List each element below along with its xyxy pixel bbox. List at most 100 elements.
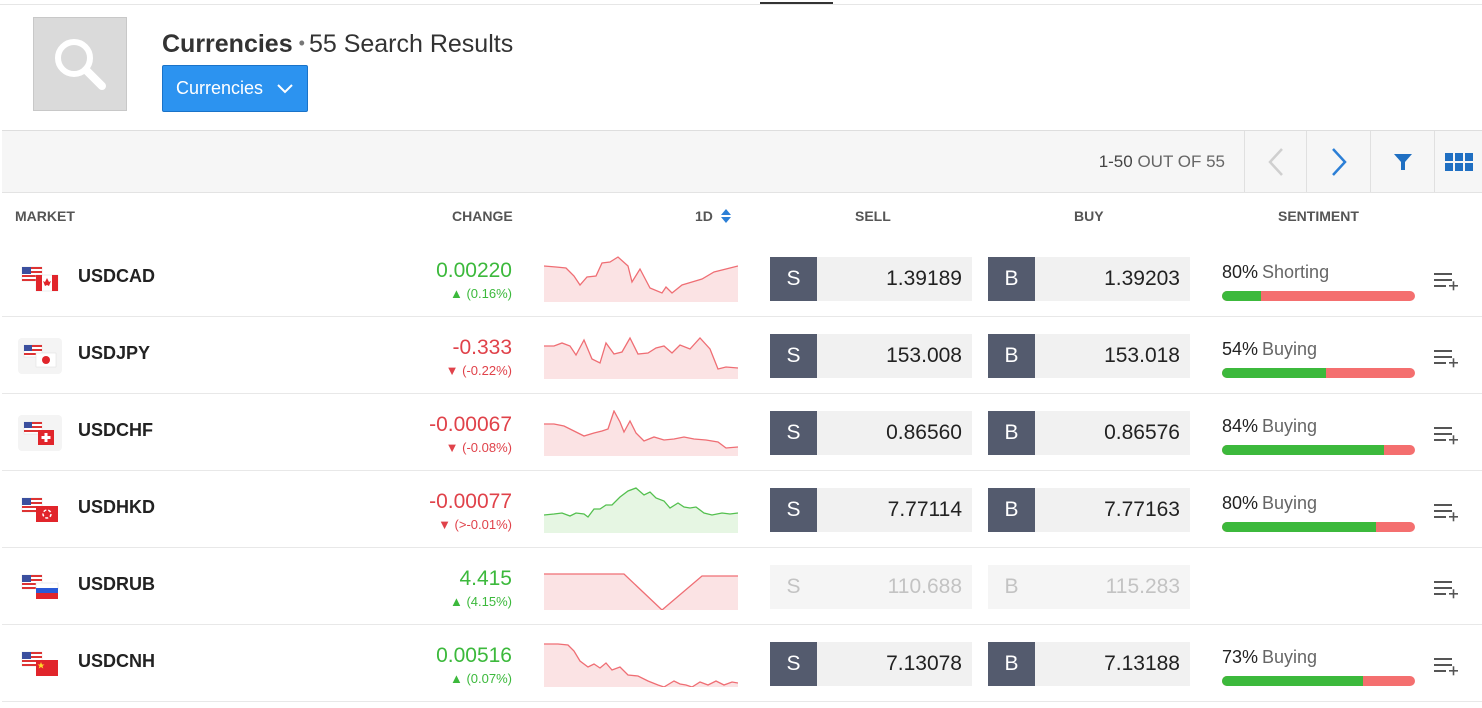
col-period[interactable]: 1D (695, 193, 732, 240)
sentiment-bar (1222, 445, 1415, 455)
buy-button[interactable]: B 7.13188 (988, 642, 1190, 686)
market-table: USDCAD 0.00220 ▲ (0.16%) S 1.39189 B 1.392… (2, 240, 1482, 702)
usdcnh-flag-icon (18, 646, 62, 682)
change-value: 0.00516 (436, 644, 512, 667)
sentiment-bar (1222, 676, 1415, 686)
change-percent: ▲ (0.16%) (450, 286, 512, 301)
market-symbol[interactable]: USDJPY (78, 343, 150, 364)
next-page-button[interactable] (1306, 131, 1370, 192)
add-to-list-button[interactable] (1434, 501, 1462, 523)
buy-button[interactable]: B 7.77163 (988, 488, 1190, 532)
sentiment-bar (1222, 522, 1415, 532)
market-symbol[interactable]: USDRUB (78, 574, 155, 595)
sentiment-label: Buying (1262, 493, 1318, 513)
buy-price: 1.39203 (1104, 267, 1180, 290)
sparkline-chart (544, 643, 738, 687)
sell-button[interactable]: S 7.77114 (770, 488, 972, 532)
change-value: -0.00067 (429, 413, 512, 436)
sell-price: 0.86560 (886, 421, 962, 444)
market-symbol[interactable]: USDCAD (78, 266, 155, 287)
page-title: Currencies • 55 Search Results (162, 27, 513, 60)
sell-label: S (770, 334, 817, 378)
add-to-list-button[interactable] (1434, 270, 1462, 292)
sparkline-chart (544, 573, 738, 610)
pagination-status: 1-50 OUT OF 55 (1099, 131, 1225, 192)
buy-price: 0.86576 (1104, 421, 1180, 444)
sentiment-label: Buying (1262, 339, 1318, 359)
add-to-list-icon (1434, 658, 1458, 676)
sell-label: S (770, 488, 817, 532)
triangle-down-icon: ▼ (445, 440, 463, 455)
triangle-up-icon: ▲ (449, 594, 467, 609)
filter-icon (1393, 153, 1412, 170)
sentiment-label: Buying (1262, 647, 1318, 667)
prev-page-button[interactable] (1244, 131, 1306, 192)
sell-price: 7.13078 (886, 652, 962, 675)
active-tab-indicator (760, 2, 833, 4)
buy-label: B (988, 488, 1035, 532)
change-percent: ▲ (4.15%) (450, 594, 512, 609)
table-row[interactable]: USDCAD 0.00220 ▲ (0.16%) S 1.39189 B 1.392… (2, 240, 1482, 317)
market-symbol[interactable]: USDCHF (78, 420, 153, 441)
usdrub-flag-icon (18, 569, 62, 605)
category-dropdown[interactable]: Currencies (162, 65, 308, 112)
change-percent: ▲ (0.07%) (450, 671, 512, 686)
chevron-left-icon (1267, 147, 1283, 176)
col-buy: BUY (1074, 208, 1104, 224)
col-change: CHANGE (452, 208, 513, 224)
sentiment-bar (1222, 291, 1415, 301)
sell-button[interactable]: S 153.008 (770, 334, 972, 378)
add-to-list-icon (1434, 504, 1458, 522)
filter-button[interactable] (1370, 131, 1434, 192)
table-row[interactable]: USDCHF -0.00067 ▼ (-0.08%) S 0.86560 B 0.8… (2, 394, 1482, 471)
buy-button[interactable]: B 153.018 (988, 334, 1190, 378)
table-row[interactable]: USDHKD -0.00077 ▼ (>-0.01%) S 7.77114 B 7.… (2, 471, 1482, 548)
change-value: -0.00077 (429, 490, 512, 513)
buy-button[interactable]: B 1.39203 (988, 257, 1190, 301)
results-count: 55 Search Results (308, 30, 514, 58)
table-row[interactable]: USDCNH 0.00516 ▲ (0.07%) S 7.13078 B 7.131… (2, 625, 1482, 702)
buy-label: B (988, 257, 1035, 301)
usdjpy-flag-icon (18, 338, 62, 374)
sell-price: 153.008 (886, 344, 962, 367)
buy-price: 7.13188 (1104, 652, 1180, 675)
buy-button[interactable]: B 0.86576 (988, 411, 1190, 455)
sentiment: 54% Buying (1222, 339, 1415, 378)
market-symbol[interactable]: USDCNH (78, 651, 155, 672)
add-to-list-icon (1434, 350, 1458, 368)
chevron-down-icon (277, 83, 293, 93)
sell-button[interactable]: S 7.13078 (770, 642, 972, 686)
change-value: 0.00220 (436, 259, 512, 282)
sentiment: 73% Buying (1222, 647, 1415, 686)
page-title-text: Currencies (162, 30, 293, 58)
sentiment-percent: 73% (1222, 647, 1259, 667)
triangle-down-icon: ▼ (445, 363, 463, 378)
sentiment-bar-fill (1222, 368, 1327, 378)
change-percent: ▼ (>-0.01%) (438, 517, 512, 532)
add-to-list-icon (1434, 427, 1458, 445)
add-to-list-icon (1434, 273, 1458, 291)
title-separator: • (298, 33, 305, 53)
sentiment-bar-fill (1222, 676, 1363, 686)
add-to-list-button[interactable] (1434, 347, 1462, 369)
pagination-range: 1-50 (1098, 152, 1133, 171)
triangle-down-icon: ▼ (438, 517, 455, 532)
search-image (33, 17, 127, 111)
change-percent-text: (4.15%) (466, 594, 512, 609)
table-row[interactable]: USDJPY -0.333 ▼ (-0.22%) S 153.008 B 153.0… (2, 317, 1482, 394)
sparkline-chart (544, 410, 738, 456)
sentiment: 80% Buying (1222, 493, 1415, 532)
col-sentiment: SENTIMENT (1278, 208, 1359, 224)
sell-button[interactable]: S 0.86560 (770, 411, 972, 455)
add-to-list-button[interactable] (1434, 424, 1462, 446)
col-period-label: 1D (695, 208, 713, 224)
grid-view-button[interactable] (1434, 131, 1482, 192)
sparkline-chart (544, 256, 738, 302)
change-percent: ▼ (-0.08%) (446, 440, 512, 455)
sentiment-label: Buying (1262, 416, 1318, 436)
add-to-list-button[interactable] (1434, 578, 1462, 600)
table-row[interactable]: USDRUB 4.415 ▲ (4.15%) S 110.688 B 115.283 (2, 548, 1482, 625)
add-to-list-button[interactable] (1434, 655, 1462, 677)
market-symbol[interactable]: USDHKD (78, 497, 155, 518)
sell-button[interactable]: S 1.39189 (770, 257, 972, 301)
